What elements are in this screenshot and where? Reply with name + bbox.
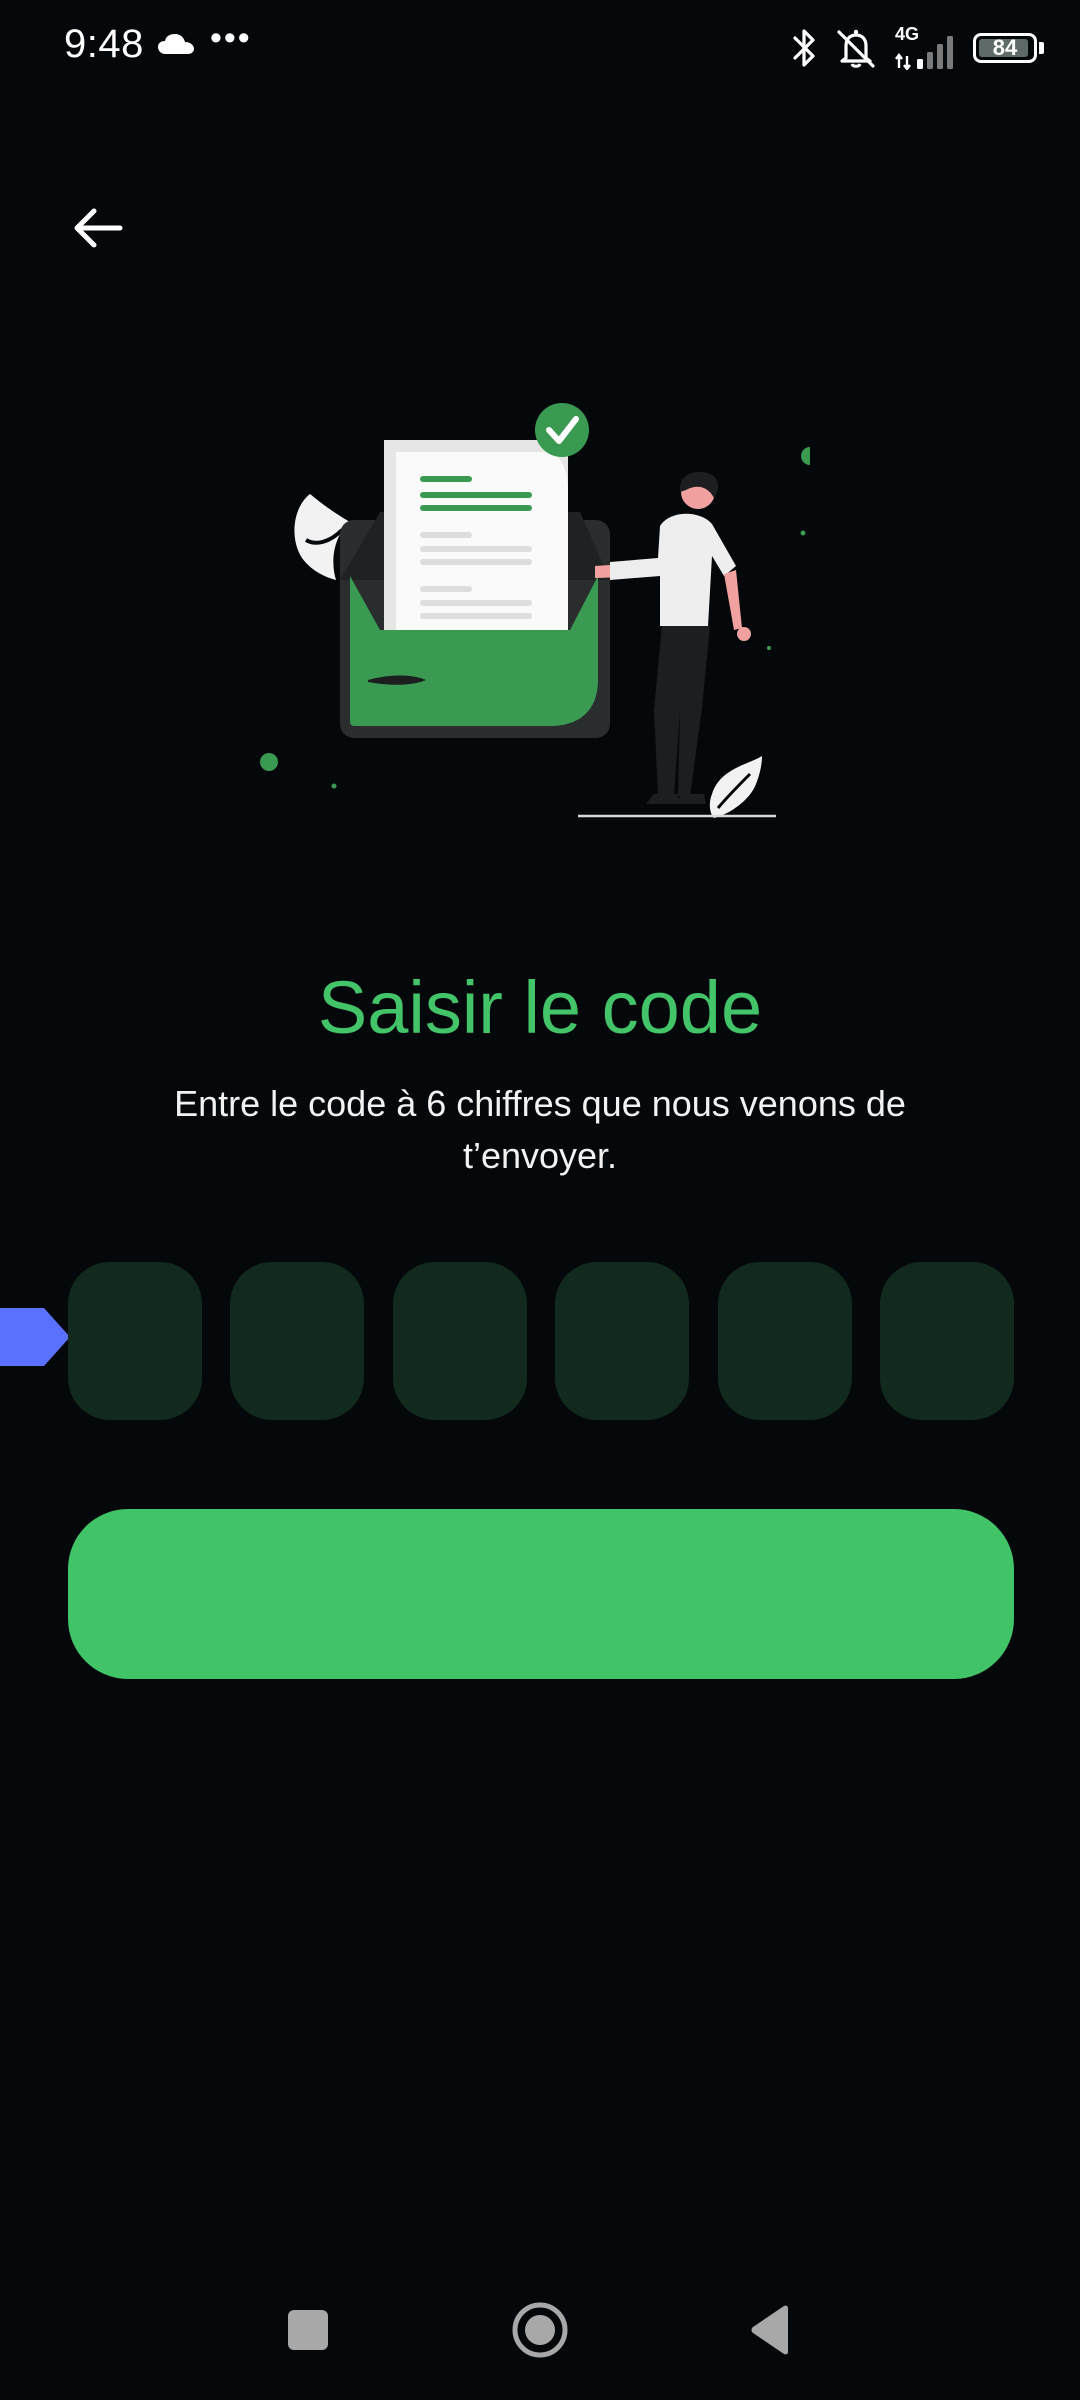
- submit-code-button[interactable]: [68, 1509, 1014, 1679]
- code-digit-input-6[interactable]: [879, 1262, 1014, 1420]
- person-figure: [595, 471, 751, 804]
- recent-apps-button[interactable]: [258, 2280, 358, 2380]
- decor-dot: [260, 753, 278, 771]
- code-digit-input-3[interactable]: [392, 1262, 527, 1420]
- page-subtitle: Entre le code à 6 chiffres que nous veno…: [174, 1083, 906, 1176]
- bluetooth-icon: [793, 29, 815, 67]
- decor-dot: [331, 783, 337, 789]
- code-digit-input-4[interactable]: [555, 1262, 690, 1420]
- code-digit-input-2[interactable]: [230, 1262, 365, 1420]
- status-icons: 4G 84: [791, 24, 1044, 72]
- input-focus-marker-icon: [0, 1308, 70, 1366]
- recent-apps-icon: [288, 2310, 328, 2350]
- back-triangle-icon: [751, 2305, 788, 2355]
- battery-level: 84: [992, 35, 1018, 60]
- system-back-button[interactable]: [720, 2280, 820, 2380]
- decor-dot: [767, 646, 771, 650]
- page-title: Saisir le code: [317, 966, 763, 1049]
- code-digit-input-5[interactable]: [717, 1262, 852, 1420]
- code-input-row: [68, 1262, 1014, 1420]
- code-digit-input-1[interactable]: [68, 1262, 202, 1420]
- muted-bell-icon: [837, 29, 875, 68]
- status-bar: 9:48 ••• 4G 84: [0, 0, 1080, 96]
- signal-indicator: 4G: [893, 24, 959, 70]
- more-notifications-icon: •••: [210, 19, 252, 57]
- home-icon: [512, 2302, 568, 2358]
- system-nav-bar: [0, 2280, 1080, 2380]
- decor-dot: [800, 530, 806, 536]
- battery-icon: 84: [973, 33, 1044, 63]
- verification-illustration: [260, 403, 810, 818]
- status-time: 9:48: [64, 22, 144, 66]
- check-badge-icon: [535, 403, 589, 457]
- back-button[interactable]: [60, 190, 136, 266]
- signal-icon: [895, 36, 953, 70]
- cloud-icon: [158, 34, 194, 54]
- battery-tip: [1039, 42, 1044, 54]
- battery-body: 84: [973, 33, 1037, 63]
- decor-dot: [801, 447, 810, 465]
- home-button[interactable]: [490, 2280, 590, 2380]
- arrow-left-icon: [74, 208, 123, 248]
